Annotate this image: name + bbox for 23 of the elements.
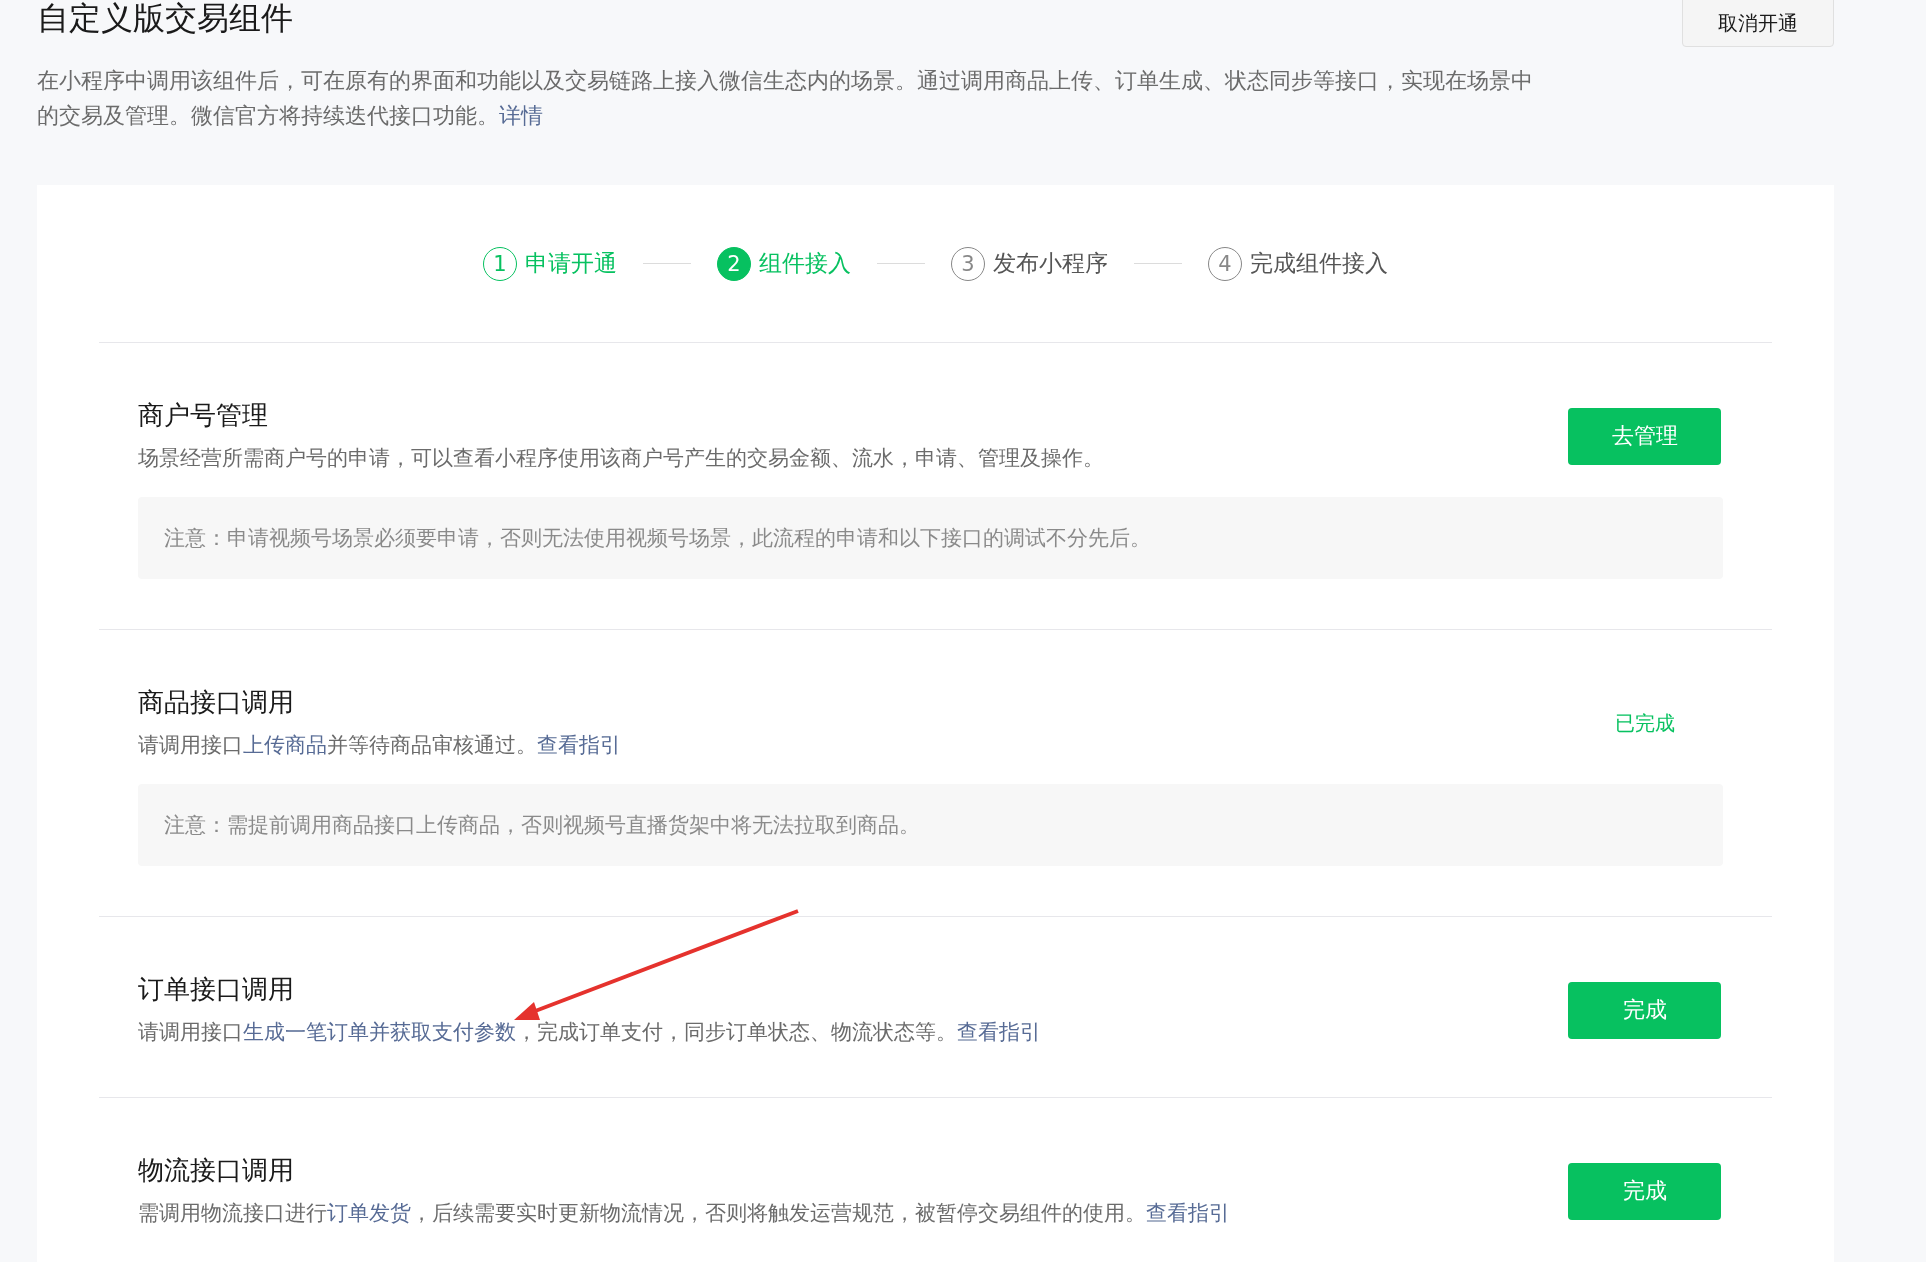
section-description: 请调用接口生成一笔订单并获取支付参数，完成订单支付，同步订单状态、物流状态等。查看指引 (138, 1019, 1041, 1046)
completed-status: 已完成 (1613, 709, 1676, 737)
section-description: 场景经营所需商户号的申请，可以查看小程序使用该商户号产生的交易金额、流水，申请、管理及操作。 (138, 445, 1104, 472)
step-label: 完成组件接入 (1250, 249, 1388, 278)
section-title: 订单接口调用 (138, 973, 295, 1005)
note-box: 注意：需提前调用商品接口上传商品，否则视频号直播货架中将无法拉取到商品。 (138, 784, 1723, 866)
guide-link[interactable]: 查看指引 (1146, 1201, 1230, 1225)
step-label: 申请开通 (525, 249, 617, 278)
guide-link[interactable]: 详情 (499, 103, 543, 128)
page-title: 自定义版交易组件 (37, 0, 293, 36)
note-box: 注意：申请视频号场景必须要申请，否则无法使用视频号场景，此流程的申请和以下接口的调试不分先后。 (138, 497, 1723, 579)
section-description: 请调用接口上传商品并等待商品审核通过。查看指引 (138, 732, 621, 759)
section-title: 商品接口调用 (138, 686, 295, 718)
step-number: 2 (717, 246, 751, 281)
section-description: 需调用物流接口进行订单发货，后续需要实时更新物流情况，否则将触发运营规范，被暂停交易组件的使用。查看指引 (138, 1200, 1230, 1227)
guide-link[interactable]: 查看指引 (537, 733, 621, 757)
step-label: 发布小程序 (993, 249, 1108, 278)
step-label: 组件接入 (759, 249, 851, 278)
cancel-button[interactable]: 取消开通 (1682, 0, 1834, 47)
section-title: 物流接口调用 (138, 1154, 295, 1186)
guide-link[interactable]: 查看指引 (957, 1020, 1041, 1044)
page-description: 在小程序中调用该组件后，可在原有的界面和功能以及交易链路上接入微信生态内的场景。通过调用商品上传、订单生成、状态同步等接口，实现在场景中的交易及管理。微信官方将持续迭代接口功能。详情 (37, 67, 1534, 130)
section-title: 商户号管理 (138, 399, 269, 431)
